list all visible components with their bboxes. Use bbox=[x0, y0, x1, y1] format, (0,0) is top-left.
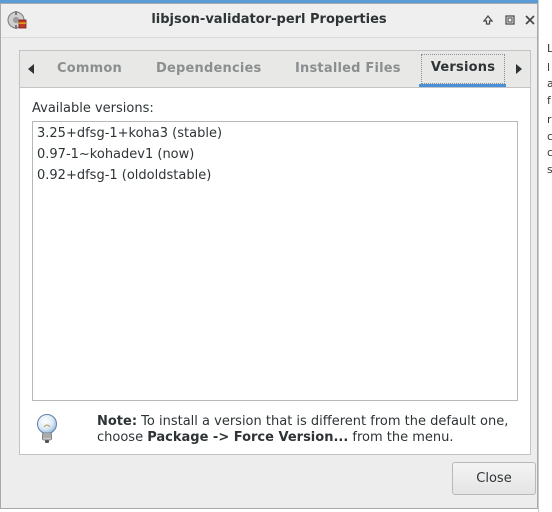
force-version-note: Note: To install a version that is diffe… bbox=[97, 414, 517, 446]
background-text: s bbox=[547, 163, 552, 176]
close-icon[interactable] bbox=[522, 12, 538, 28]
tab-versions[interactable]: Versions bbox=[421, 54, 505, 84]
note-prefix: Note: bbox=[97, 414, 138, 429]
versions-list[interactable]: 3.25+dfsg-1+koha3 (stable) 0.97-1~kohade… bbox=[32, 121, 518, 401]
lightbulb-icon bbox=[36, 413, 58, 445]
tab-scroll-right-icon[interactable] bbox=[512, 62, 524, 76]
tab-scroll-left-icon[interactable] bbox=[26, 62, 38, 76]
note-text-end: from the menu. bbox=[348, 430, 454, 445]
maximize-icon[interactable] bbox=[480, 12, 496, 28]
properties-notebook: Common Dependencies Installed Files Vers… bbox=[19, 50, 531, 455]
active-tab-indicator bbox=[419, 84, 506, 87]
tab-common[interactable]: Common bbox=[57, 61, 122, 76]
background-text: l bbox=[547, 61, 551, 74]
tab-dependencies[interactable]: Dependencies bbox=[156, 61, 261, 76]
window-title: libjson-validator-perl Properties bbox=[151, 12, 387, 27]
list-item[interactable]: 3.25+dfsg-1+koha3 (stable) bbox=[37, 126, 222, 141]
title-bar[interactable]: libjson-validator-perl Properties bbox=[1, 4, 537, 38]
note-action: Package -> Force Version... bbox=[147, 430, 349, 445]
list-item[interactable]: 0.92+dfsg-1 (oldoldstable) bbox=[37, 168, 211, 183]
background-text: c bbox=[547, 130, 552, 143]
background-window: L l a f r c c s bbox=[538, 0, 552, 512]
list-item[interactable]: 0.97-1~kohadev1 (now) bbox=[37, 147, 194, 162]
background-text: f bbox=[547, 94, 551, 107]
close-button[interactable]: Close bbox=[452, 462, 536, 495]
available-versions-label: Available versions: bbox=[32, 101, 154, 116]
properties-dialog: libjson-validator-perl Properties Common… bbox=[0, 3, 538, 509]
background-text: r bbox=[547, 113, 552, 126]
background-text: c bbox=[547, 146, 552, 159]
background-text: a bbox=[547, 77, 552, 90]
tab-installed-files[interactable]: Installed Files bbox=[295, 61, 401, 76]
restore-icon[interactable] bbox=[502, 12, 518, 28]
background-text: L bbox=[547, 42, 552, 55]
tab-bar: Common Dependencies Installed Files Vers… bbox=[20, 51, 530, 88]
